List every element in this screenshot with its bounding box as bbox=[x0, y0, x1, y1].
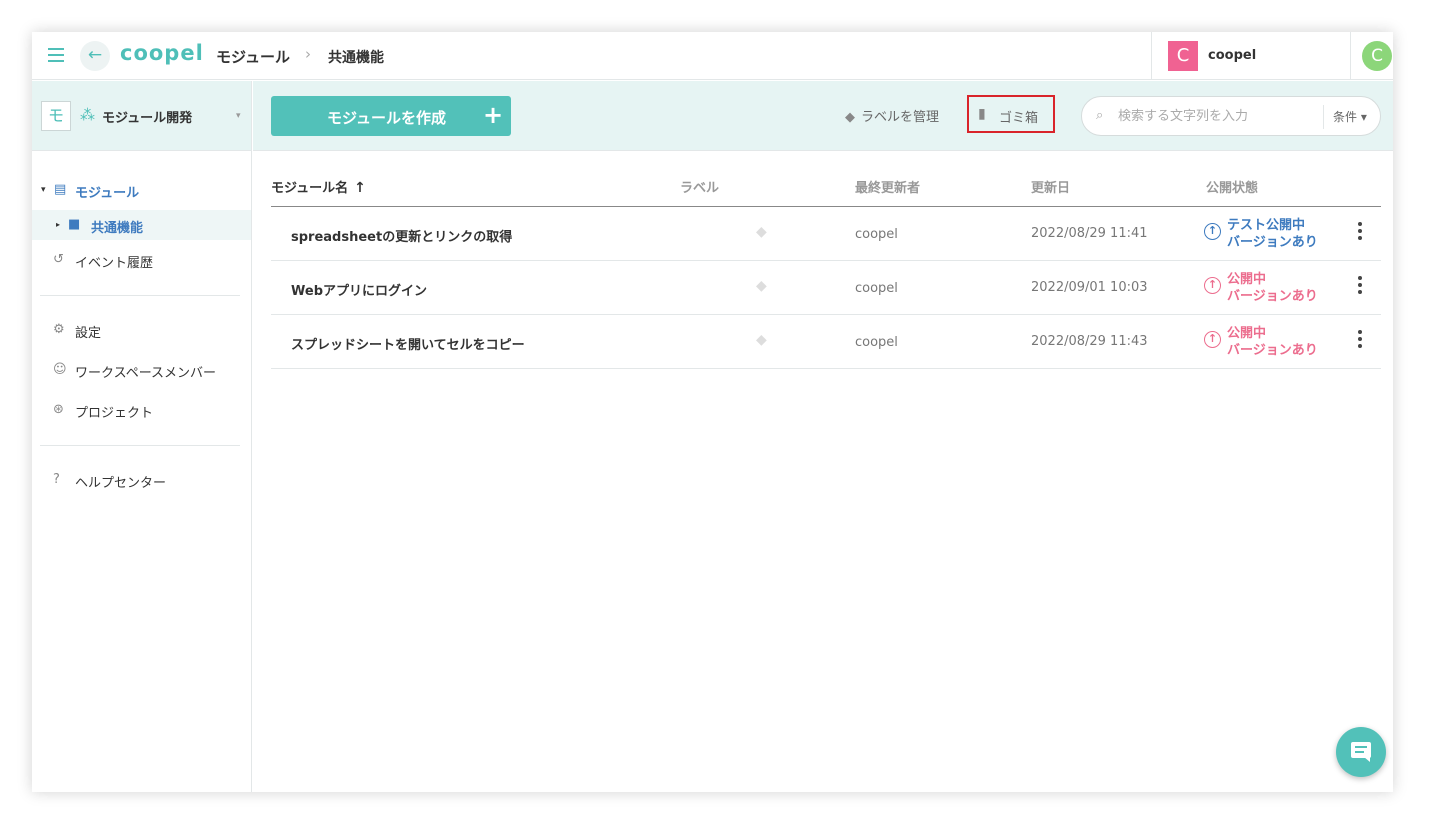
sidebar: モ ⁂ モジュール開発 ▾ ▾ ▤ モジュール ▸ ■ 共通機能 ↺ イベント履… bbox=[32, 81, 252, 792]
app-window: ← coopel モジュール › 共通機能 C coopel C モ ⁂ モジュ… bbox=[32, 32, 1393, 792]
sidebar-item-modules[interactable]: ▾ ▤ モジュール bbox=[32, 175, 251, 205]
kebab-menu-icon[interactable] bbox=[1355, 276, 1365, 298]
sidebar-item-label: 設定 bbox=[75, 326, 102, 341]
sidebar-item-events[interactable]: ↺ イベント履歴 bbox=[32, 245, 251, 275]
module-name[interactable]: スプレッドシートを開いてセルをコピー bbox=[291, 334, 525, 353]
sidebar-item-label: モジュール bbox=[75, 186, 140, 201]
sidebar-item-label: 共通機能 bbox=[91, 221, 144, 236]
app-logo[interactable]: coopel bbox=[120, 41, 204, 65]
sidebar-item-label: プロジェクト bbox=[75, 406, 154, 421]
workspace-switcher[interactable]: C coopel bbox=[1151, 32, 1351, 80]
project-initial: モ bbox=[41, 101, 71, 131]
search-separator bbox=[1323, 105, 1324, 129]
kebab-menu-icon[interactable] bbox=[1355, 222, 1365, 244]
search-box: ⌕ 条件 ▾ bbox=[1081, 96, 1381, 136]
updater: coopel bbox=[855, 227, 898, 242]
folder-icon: ■ bbox=[68, 217, 81, 232]
module-name[interactable]: spreadsheetの更新とリンクの取得 bbox=[291, 226, 512, 245]
chat-button[interactable] bbox=[1336, 727, 1386, 777]
gear-icon: ⚙ bbox=[53, 322, 65, 337]
sidebar-divider bbox=[40, 295, 240, 296]
sidebar-item-help[interactable]: ? ヘルプセンター bbox=[32, 465, 251, 495]
updated-date: 2022/09/01 10:03 bbox=[1031, 280, 1148, 295]
users-icon: ☺ bbox=[53, 362, 67, 377]
tag-icon[interactable]: ◆ bbox=[756, 224, 767, 240]
status-badge: テスト公開中 バージョンあり bbox=[1227, 218, 1318, 250]
breadcrumb-separator: › bbox=[305, 45, 311, 63]
manage-labels-label: ラベルを管理 bbox=[861, 110, 940, 125]
updated-date: 2022/08/29 11:41 bbox=[1031, 226, 1148, 241]
history-icon: ↺ bbox=[53, 252, 64, 267]
tag-icon: ◆ bbox=[845, 110, 855, 125]
tag-icon[interactable]: ◆ bbox=[756, 332, 767, 348]
breadcrumb-current: 共通機能 bbox=[328, 50, 384, 66]
sidebar-item-label: ワークスペースメンバー bbox=[75, 366, 217, 381]
upload-status-icon: ↑ bbox=[1204, 331, 1221, 348]
caret-right-icon[interactable]: ▸ bbox=[56, 220, 60, 229]
project-selector[interactable]: モ ⁂ モジュール開発 ▾ bbox=[32, 81, 251, 151]
sidebar-item-label: ヘルプセンター bbox=[75, 476, 167, 491]
trash-icon: ▮ bbox=[978, 106, 986, 122]
updater: coopel bbox=[855, 335, 898, 350]
search-input[interactable] bbox=[1118, 106, 1318, 126]
sidebar-item-label: イベント履歴 bbox=[75, 256, 154, 271]
sort-arrow-up-icon[interactable]: ↑ bbox=[354, 180, 366, 196]
chat-line bbox=[1355, 746, 1367, 748]
status-badge: 公開中 バージョンあり bbox=[1227, 326, 1318, 358]
table-row[interactable]: スプレッドシートを開いてセルをコピー ◆ coopel 2022/08/29 1… bbox=[271, 315, 1381, 369]
condition-dropdown[interactable]: 条件 ▾ bbox=[1333, 108, 1367, 125]
project-icon: ⊛ bbox=[53, 402, 64, 417]
updated-date: 2022/08/29 11:43 bbox=[1031, 334, 1148, 349]
search-icon: ⌕ bbox=[1096, 108, 1104, 123]
column-header-updater: 最終更新者 bbox=[855, 181, 921, 196]
tag-icon[interactable]: ◆ bbox=[756, 278, 767, 294]
workspace-name: coopel bbox=[1208, 48, 1257, 63]
module-name[interactable]: Webアプリにログイン bbox=[291, 280, 427, 299]
column-header-label: ラベル bbox=[680, 181, 720, 196]
project-name: モジュール開発 bbox=[102, 111, 193, 126]
upload-status-icon: ↑ bbox=[1204, 277, 1221, 294]
project-icon: ⁂ bbox=[80, 106, 95, 124]
caret-down-icon[interactable]: ▾ bbox=[41, 185, 46, 195]
sidebar-item-settings[interactable]: ⚙ 設定 bbox=[32, 315, 251, 345]
trash-button[interactable]: ▮ ゴミ箱 bbox=[967, 95, 1055, 133]
top-header: ← coopel モジュール › 共通機能 C coopel C bbox=[32, 32, 1393, 80]
toolbar: モジュールを作成 + ◆ ラベルを管理 ▮ ゴミ箱 ⌕ 条件 ▾ bbox=[253, 81, 1393, 151]
upload-status-icon: ↑ bbox=[1204, 223, 1221, 240]
workspace-avatar: C bbox=[1168, 41, 1198, 71]
manage-labels-button[interactable]: ◆ ラベルを管理 bbox=[845, 106, 939, 125]
chat-icon bbox=[1351, 742, 1371, 762]
back-arrow-icon[interactable]: ← bbox=[80, 41, 110, 71]
create-module-button[interactable]: モジュールを作成 + bbox=[271, 96, 511, 136]
table-row[interactable]: spreadsheetの更新とリンクの取得 ◆ coopel 2022/08/2… bbox=[271, 207, 1381, 261]
column-header-status: 公開状態 bbox=[1206, 181, 1259, 196]
module-list-icon: ▤ bbox=[54, 182, 67, 197]
user-avatar[interactable]: C bbox=[1362, 41, 1392, 71]
sidebar-divider bbox=[40, 445, 240, 446]
column-header-name[interactable]: モジュール名 ↑ bbox=[271, 177, 366, 196]
kebab-menu-icon[interactable] bbox=[1355, 330, 1365, 352]
trash-label: ゴミ箱 bbox=[999, 111, 1039, 126]
sidebar-item-common[interactable]: ▸ ■ 共通機能 bbox=[32, 210, 251, 240]
help-icon: ? bbox=[53, 472, 60, 487]
column-header-date: 更新日 bbox=[1031, 181, 1071, 196]
hamburger-icon[interactable] bbox=[48, 48, 64, 62]
sidebar-item-projects[interactable]: ⊛ プロジェクト bbox=[32, 395, 251, 425]
breadcrumb-modules[interactable]: モジュール bbox=[216, 46, 290, 67]
status-badge: 公開中 バージョンあり bbox=[1227, 272, 1318, 304]
create-module-label: モジュールを作成 bbox=[327, 109, 446, 127]
updater: coopel bbox=[855, 281, 898, 296]
plus-icon: + bbox=[483, 101, 504, 129]
chat-line bbox=[1355, 751, 1364, 753]
table-row[interactable]: Webアプリにログイン ◆ coopel 2022/09/01 10:03 ↑ … bbox=[271, 261, 1381, 315]
sidebar-item-members[interactable]: ☺ ワークスペースメンバー bbox=[32, 355, 251, 385]
chevron-down-icon: ▾ bbox=[236, 111, 241, 121]
